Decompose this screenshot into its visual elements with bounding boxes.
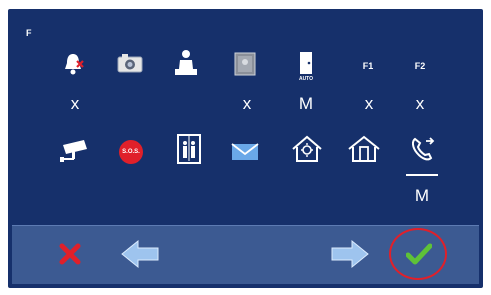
sos-icon[interactable]: S.O.S.: [117, 138, 145, 166]
cancel-x-icon: [59, 243, 81, 265]
cctv-camera-icon[interactable]: [57, 138, 91, 164]
cancel-button[interactable]: [48, 230, 92, 278]
sos-label: S.O.S.: [122, 149, 140, 155]
home-door-icon[interactable]: [346, 134, 382, 164]
camera-icon[interactable]: [116, 52, 144, 76]
auto-door-mark: M: [298, 94, 314, 113]
photo-icon[interactable]: [232, 50, 258, 78]
mute-bell-mark: x: [70, 94, 80, 113]
call-transfer-mark: M: [414, 186, 430, 205]
elevator-icon[interactable]: [176, 133, 202, 165]
f1-mark: x: [364, 94, 374, 113]
arrow-left-icon: [121, 239, 159, 269]
f1-label: F1: [362, 61, 374, 71]
photo-mark: x: [242, 94, 252, 113]
f1-key[interactable]: F1: [356, 56, 380, 76]
corner-label: F: [26, 28, 32, 38]
home-light-icon[interactable]: [290, 134, 324, 164]
call-transfer-underline: [406, 174, 438, 176]
doorman-icon[interactable]: [172, 48, 200, 78]
call-transfer-icon[interactable]: [408, 134, 438, 164]
back-button[interactable]: [116, 230, 164, 278]
f2-mark: x: [415, 94, 425, 113]
f2-label: F2: [414, 61, 426, 71]
auto-door-icon[interactable]: AUTO: [292, 48, 320, 84]
forward-button[interactable]: [326, 230, 374, 278]
arrow-right-icon: [331, 239, 369, 269]
envelope-icon[interactable]: [230, 141, 260, 163]
mute-bell-icon[interactable]: [60, 50, 86, 78]
highlight-circle: [389, 228, 447, 280]
auto-label: AUTO: [298, 75, 314, 82]
f2-key[interactable]: F2: [408, 56, 432, 76]
